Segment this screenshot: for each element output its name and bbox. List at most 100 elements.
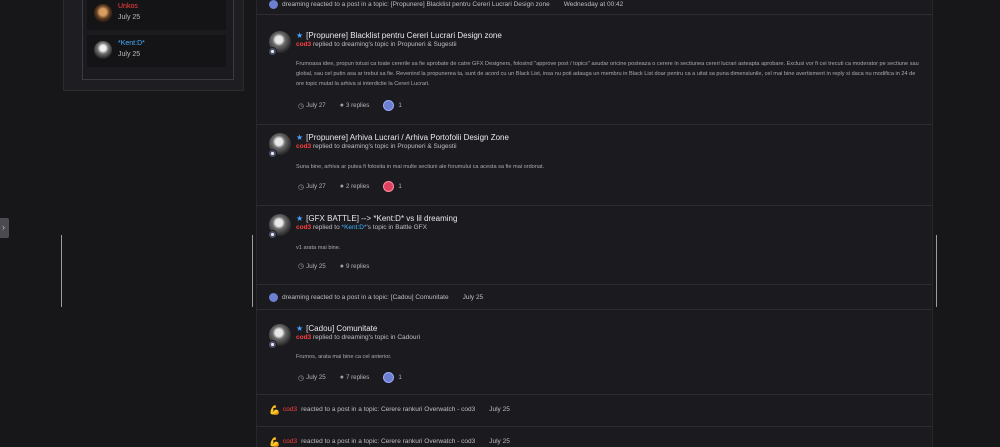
muscle-icon: 💪 <box>269 405 281 415</box>
user-avatar[interactable] <box>94 4 112 22</box>
user-date: July 25 <box>118 14 141 21</box>
entry-subtitle: cod3 replied to dreaming's topic in Prop… <box>296 41 457 48</box>
reaction-count: 1 <box>398 374 402 381</box>
forum-link[interactable]: Propuneri & Sugestii <box>397 143 456 150</box>
user-avatar[interactable] <box>94 41 112 59</box>
like-reaction-icon[interactable] <box>383 100 395 111</box>
forum-link[interactable]: Cadouri <box>397 334 420 341</box>
post-date[interactable]: July 25 <box>306 263 326 270</box>
author-link[interactable]: cod3 <box>283 438 297 445</box>
star-icon: ★ <box>296 31 304 40</box>
post-date[interactable]: July 27 <box>306 102 326 109</box>
reaction-date: July 25 <box>489 406 510 413</box>
divider <box>257 205 932 206</box>
clock-icon: ◷ <box>298 374 305 382</box>
reaction-activity: 💪 cod3 reacted to a post in a topic: Cer… <box>269 437 510 447</box>
reply-count[interactable]: 2 replies <box>346 183 369 190</box>
muscle-icon: 💪 <box>269 437 281 447</box>
post-excerpt: Frumos, arata mai bine ca cel anterior. <box>296 354 392 360</box>
comment-icon <box>268 340 277 349</box>
star-icon: ★ <box>296 324 304 333</box>
like-icon <box>269 0 278 9</box>
reaction-activity: 💪 cod3 reacted to a post in a topic: Cer… <box>269 405 510 415</box>
reaction-text[interactable]: reacted to a post in a topic: Cerere ran… <box>301 406 475 413</box>
topic-title[interactable]: ★ [Propunere] Blacklist pentru Cereri Luc… <box>296 31 502 40</box>
reaction-date: July 25 <box>489 438 510 445</box>
reaction-activity: dreaming reacted to a post in a topic: [… <box>269 293 483 302</box>
divider <box>257 426 932 427</box>
comments-icon: ● <box>339 374 344 381</box>
activity-entry: ★ [Propunere] Blacklist pentru Cereri Luc… <box>268 31 919 111</box>
entry-meta: ◷ July 25 ● 9 replies <box>298 262 383 271</box>
like-reaction-icon[interactable] <box>383 372 395 383</box>
activity-stream: dreaming reacted to a post in a topic: [… <box>256 0 933 447</box>
divider-line <box>61 235 62 307</box>
entry-meta: ◷ July 27 ● 2 replies 1 <box>298 181 402 192</box>
user-date: July 25 <box>118 51 141 58</box>
user-name[interactable]: *Kent:D* <box>118 40 145 47</box>
divider <box>257 124 932 125</box>
comment-icon <box>268 149 277 158</box>
activity-entry: ★ [Propunere] Arhiva Lucrari / Arhiva Por… <box>268 133 919 193</box>
reaction-text[interactable]: reacted to a post in a topic: Cerere ran… <box>301 438 475 445</box>
mention-link[interactable]: *Kent:D* <box>342 224 367 231</box>
like-icon <box>269 293 278 302</box>
activity-entry: ★ [GFX BATTLE] --> *Kent:D* vs lil dreami… <box>268 214 919 274</box>
comments-icon: ● <box>339 102 344 109</box>
comment-icon <box>268 47 277 56</box>
post-excerpt: Frumoasa idee, propun totusi ca toate ce… <box>296 61 919 87</box>
entry-subtitle: cod3 replied to *Kent:D*'s topic in Batt… <box>296 224 427 231</box>
reaction-count: 1 <box>398 102 402 109</box>
post-date[interactable]: July 27 <box>306 183 326 190</box>
entry-meta: ◷ July 27 ● 3 replies 1 <box>298 100 402 111</box>
star-icon: ★ <box>296 133 304 142</box>
post-date[interactable]: July 25 <box>306 374 326 381</box>
reaction-date: Wednesday at 00:42 <box>563 1 624 8</box>
activity-entry: ★ [Cadou] Comunitate cod3 replied to drea… <box>268 324 919 386</box>
comments-icon: ● <box>339 262 344 270</box>
divider <box>257 394 932 395</box>
reply-count[interactable]: 7 replies <box>346 374 369 381</box>
author-link[interactable]: cod3 <box>296 334 311 341</box>
divider <box>257 14 932 15</box>
divider-line <box>252 235 253 307</box>
author-link[interactable]: cod3 <box>283 406 297 413</box>
reaction-text[interactable]: dreaming reacted to a post in a topic: [… <box>282 1 550 8</box>
active-users-widget: Unkos July 25 *Kent:D* July 25 <box>82 0 234 80</box>
reaction-activity: dreaming reacted to a post in a topic: [… <box>269 0 623 9</box>
star-icon: ★ <box>296 214 304 223</box>
entry-meta: ◷ July 25 ● 7 replies 1 <box>298 372 402 383</box>
divider <box>257 309 932 310</box>
topic-title[interactable]: ★ [GFX BATTLE] --> *Kent:D* vs lil dreami… <box>296 214 457 223</box>
love-reaction-icon[interactable] <box>383 181 395 192</box>
author-link[interactable]: cod3 <box>296 41 311 48</box>
author-link[interactable]: cod3 <box>296 143 311 150</box>
sidebar-toggle-button[interactable]: › <box>0 218 9 238</box>
comment-icon <box>268 230 277 239</box>
divider <box>257 284 932 285</box>
forum-link[interactable]: Propuneri & Sugestii <box>397 41 456 48</box>
post-excerpt: Suna bine, arhiva ar putea fi folosita i… <box>296 164 545 170</box>
user-card[interactable]: *Kent:D* July 25 <box>87 35 226 67</box>
user-name[interactable]: Unkos <box>118 3 138 10</box>
author-link[interactable]: cod3 <box>296 224 311 231</box>
entry-subtitle: cod3 replied to dreaming's topic in Prop… <box>296 143 457 150</box>
reaction-text[interactable]: dreaming reacted to a post in a topic: [… <box>282 294 449 301</box>
chevron-right-icon: › <box>2 222 5 232</box>
entry-subtitle: cod3 replied to dreaming's topic in Cado… <box>296 334 421 341</box>
reply-count[interactable]: 9 replies <box>346 263 369 270</box>
post-excerpt: v1 arata mai bine. <box>296 245 341 251</box>
forum-link[interactable]: Battle GFX <box>395 224 427 231</box>
topic-title[interactable]: ★ [Propunere] Arhiva Lucrari / Arhiva Por… <box>296 133 509 142</box>
reply-count[interactable]: 3 replies <box>346 102 369 109</box>
clock-icon: ◷ <box>298 263 305 270</box>
topic-title[interactable]: ★ [Cadou] Comunitate <box>296 324 377 333</box>
user-card[interactable]: Unkos July 25 <box>87 0 226 30</box>
divider-line <box>936 235 937 307</box>
comments-icon: ● <box>339 183 344 190</box>
reaction-date: July 25 <box>462 294 484 301</box>
clock-icon: ◷ <box>298 183 305 191</box>
left-sidebar: Unkos July 25 *Kent:D* July 25 <box>63 0 244 91</box>
clock-icon: ◷ <box>298 102 305 110</box>
reaction-count: 1 <box>398 183 402 190</box>
